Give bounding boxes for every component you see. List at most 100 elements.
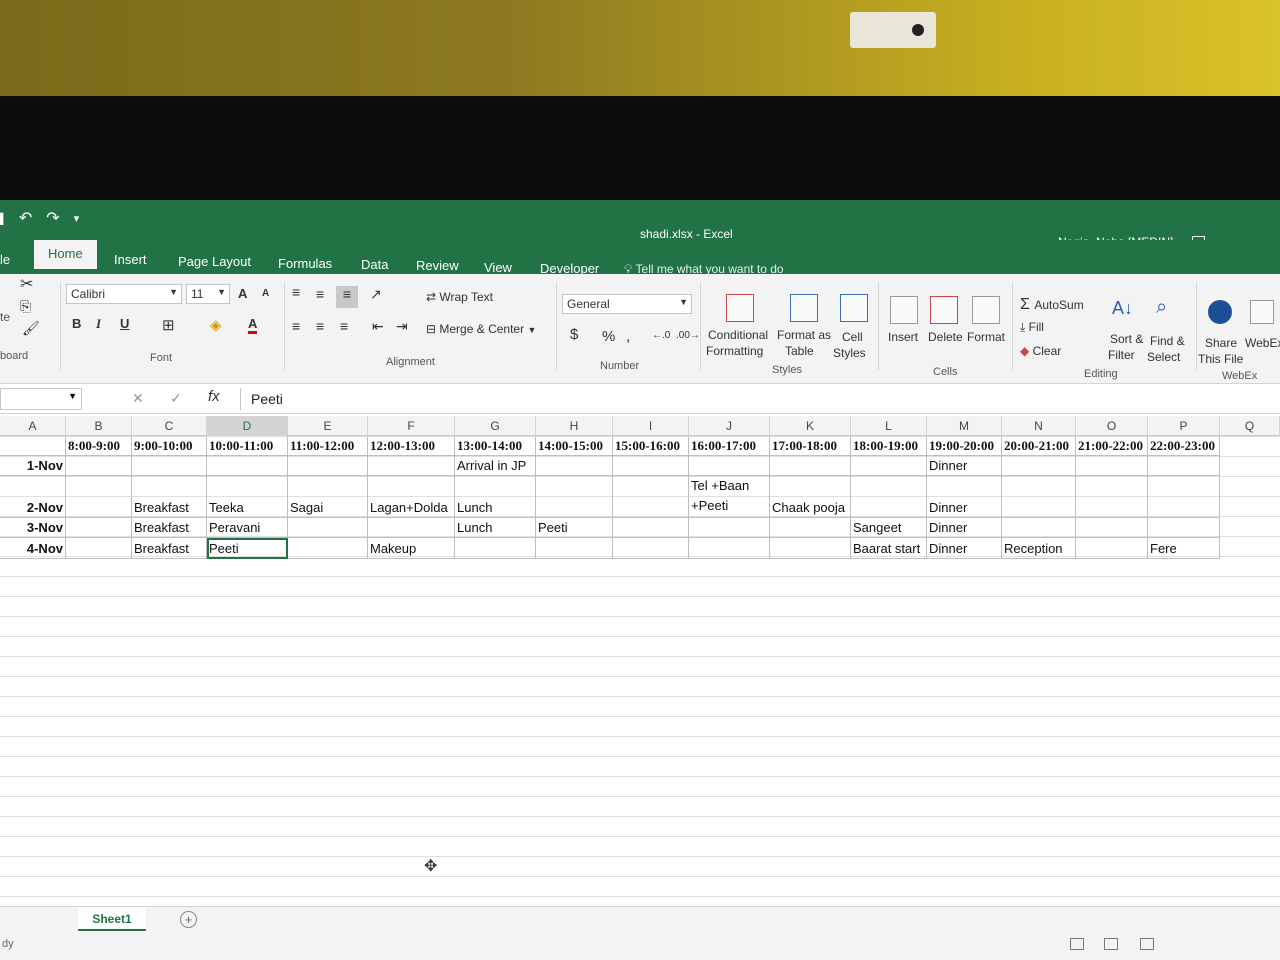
schedule-cell[interactable]: Baarat start [851, 538, 927, 559]
schedule-cell[interactable]: Chaak pooja [770, 476, 851, 518]
time-slot-header[interactable]: 20:00-21:00 [1002, 436, 1076, 456]
webex-icon[interactable] [1250, 300, 1274, 324]
time-slot-header[interactable]: 8:00-9:00 [66, 436, 132, 456]
time-slot-header[interactable]: 21:00-22:00 [1076, 436, 1148, 456]
column-header-g[interactable]: G [455, 416, 536, 436]
time-slot-header[interactable]: 10:00-11:00 [207, 436, 288, 456]
tab-insert[interactable]: Insert [114, 252, 147, 267]
schedule-cell[interactable]: Lunch [455, 518, 536, 538]
empty-cell[interactable] [288, 456, 368, 476]
formula-input[interactable]: Peeti [240, 388, 1280, 410]
format-painter-icon[interactable]: 🖌︎ [22, 320, 40, 337]
empty-cell[interactable] [1076, 476, 1148, 518]
fill-color-icon[interactable]: ◈ [210, 316, 222, 334]
tab-review[interactable]: Review [416, 258, 459, 273]
column-header-b[interactable]: B [66, 416, 132, 436]
schedule-cell[interactable]: Breakfast [132, 538, 207, 559]
find-select-label-2[interactable]: Select [1147, 350, 1180, 364]
percent-button[interactable]: % [602, 328, 615, 345]
share-icon[interactable] [1208, 300, 1232, 324]
time-slot-header[interactable]: 19:00-20:00 [927, 436, 1002, 456]
row-date-label[interactable]: 4-Nov [0, 538, 66, 559]
schedule-cell[interactable]: Reception [1002, 538, 1076, 559]
cell-styles-label-2[interactable]: Styles [833, 346, 866, 360]
schedule-cell[interactable]: Sagai [288, 476, 368, 518]
worksheet-grid[interactable]: ABCDEFGHIJKLMNOPQ 8:00-9:00 9:00-10:00 10:… [0, 416, 1280, 906]
find-select-label[interactable]: Find & [1150, 334, 1185, 348]
format-as-table-label[interactable]: Format as [777, 328, 831, 342]
column-header-d[interactable]: D [207, 416, 288, 436]
align-right-icon[interactable]: ≡ [340, 318, 348, 334]
empty-cell[interactable] [689, 518, 770, 538]
chevron-down-icon[interactable]: ▼ [679, 297, 688, 307]
header-cell[interactable] [0, 436, 66, 456]
sort-filter-label[interactable]: Sort & [1110, 332, 1143, 346]
font-name-box[interactable]: Calibri ▼ [66, 284, 182, 304]
redo-icon[interactable]: ↷ [46, 208, 59, 228]
empty-cell[interactable] [1002, 476, 1076, 518]
bold-button[interactable]: B [72, 316, 81, 331]
schedule-cell[interactable]: Breakfast [132, 476, 207, 518]
empty-cell[interactable] [368, 456, 455, 476]
sheet-tab-sheet1[interactable]: Sheet1 [78, 907, 146, 931]
empty-cell[interactable] [1148, 518, 1220, 538]
add-sheet-icon[interactable]: + [180, 911, 197, 928]
schedule-cell[interactable]: Fere [1148, 538, 1220, 559]
cell-styles-label[interactable]: Cell [842, 330, 863, 344]
empty-cell[interactable] [1148, 476, 1220, 518]
align-left-icon[interactable]: ≡ [292, 318, 300, 334]
share-label-2[interactable]: This File [1198, 352, 1243, 366]
empty-cell[interactable] [1076, 456, 1148, 476]
enter-entry-icon[interactable]: ✓ [170, 390, 182, 407]
time-slot-header[interactable]: 18:00-19:00 [851, 436, 927, 456]
conditional-formatting-label-2[interactable]: Formatting [706, 344, 763, 358]
empty-cell[interactable] [1002, 456, 1076, 476]
time-slot-header[interactable]: 17:00-18:00 [770, 436, 851, 456]
column-header-h[interactable]: H [536, 416, 613, 436]
row-date-label[interactable]: 3-Nov [0, 518, 66, 538]
font-size-box[interactable]: 11 ▼ [186, 284, 230, 304]
empty-cell[interactable] [613, 518, 689, 538]
decrease-indent-icon[interactable]: ⇤ [372, 318, 384, 335]
schedule-cell[interactable]: Peravani [207, 518, 288, 538]
sort-filter-label-2[interactable]: Filter [1108, 348, 1135, 362]
delete-cells-label[interactable]: Delete [928, 330, 963, 344]
schedule-cell[interactable]: Peeti [536, 518, 613, 538]
time-slot-header[interactable]: 14:00-15:00 [536, 436, 613, 456]
empty-cell[interactable] [132, 456, 207, 476]
fill-button[interactable]: ⤓ Fill [1020, 320, 1044, 335]
time-slot-header[interactable]: 12:00-13:00 [368, 436, 455, 456]
page-break-view-icon[interactable] [1140, 938, 1154, 950]
format-cells-icon[interactable] [972, 296, 1000, 324]
align-middle-icon[interactable]: ≡ [316, 286, 324, 302]
wrap-text-button[interactable]: ⇄ Wrap Text [426, 290, 493, 304]
empty-cell[interactable] [613, 476, 689, 518]
time-slot-header[interactable]: 15:00-16:00 [613, 436, 689, 456]
schedule-cell[interactable]: Tel +Baan +Peeti [689, 476, 770, 518]
cut-icon[interactable]: ✂ [20, 274, 33, 294]
comma-button[interactable]: , [626, 328, 630, 345]
empty-cell[interactable] [1076, 518, 1148, 538]
row-date-label[interactable]: 2-Nov [0, 476, 66, 518]
empty-cell[interactable] [770, 456, 851, 476]
merge-center-button[interactable]: ⊟ Merge & Center ▼ [426, 322, 536, 336]
time-slot-header[interactable]: 13:00-14:00 [455, 436, 536, 456]
cell-styles-icon[interactable] [840, 294, 868, 322]
empty-cell[interactable] [613, 538, 689, 559]
empty-cell[interactable] [207, 456, 288, 476]
empty-cell[interactable] [851, 476, 927, 518]
chevron-down-icon[interactable]: ▼ [217, 287, 226, 297]
empty-cell[interactable] [689, 456, 770, 476]
schedule-cell[interactable]: Sangeet [851, 518, 927, 538]
column-header-j[interactable]: J [689, 416, 770, 436]
decrease-decimal-icon[interactable]: .00→ [676, 330, 700, 341]
column-header-a[interactable]: A [0, 416, 66, 436]
number-format-box[interactable]: General ▼ [562, 294, 692, 314]
empty-cell[interactable] [689, 538, 770, 559]
tab-view[interactable]: View [484, 260, 512, 275]
column-header-i[interactable]: I [613, 416, 689, 436]
undo-icon[interactable]: ↶ [19, 208, 32, 228]
borders-icon[interactable]: ⊞ [162, 316, 175, 334]
schedule-cell[interactable]: Arrival in JP [455, 456, 536, 476]
font-color-button[interactable]: A [248, 316, 258, 334]
